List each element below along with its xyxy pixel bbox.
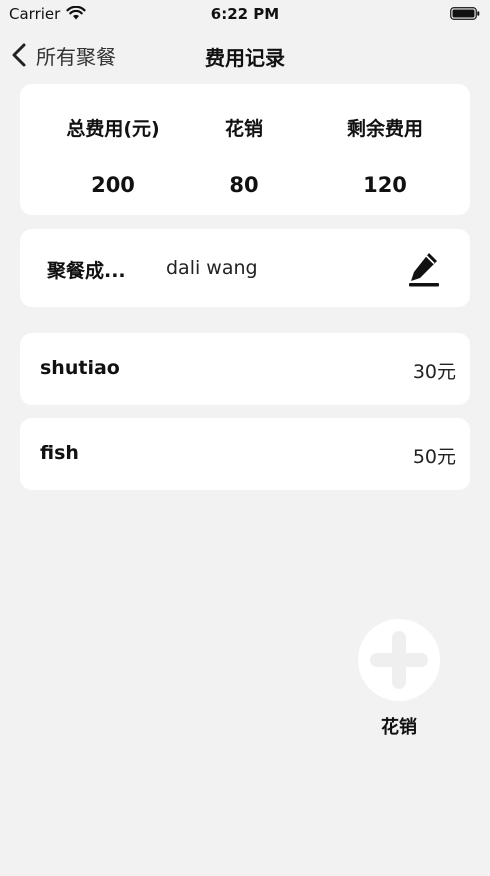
navigation-bar: 所有聚餐 费用记录 bbox=[0, 28, 490, 82]
total-cost-value: 200 bbox=[91, 173, 135, 197]
members-names: dali wang bbox=[166, 257, 258, 279]
total-cost-column: 总费用(元) 200 bbox=[43, 84, 183, 197]
expense-name: shutiao bbox=[40, 357, 120, 379]
plus-icon bbox=[370, 631, 428, 689]
add-expense-button[interactable] bbox=[358, 619, 440, 701]
summary-card: 总费用(元) 200 花销 80 剩余费用 120 bbox=[20, 84, 470, 215]
spent-label: 花销 bbox=[224, 118, 263, 140]
spent-column: 花销 80 bbox=[196, 84, 292, 197]
remaining-value: 120 bbox=[363, 173, 407, 197]
pencil-icon[interactable] bbox=[408, 250, 442, 288]
expense-amount: 30元 bbox=[412, 361, 456, 383]
remaining-label: 剩余费用 bbox=[346, 118, 423, 140]
page-title: 费用记录 bbox=[205, 46, 285, 70]
total-cost-label: 总费用(元) bbox=[66, 118, 160, 140]
expense-record-screen: Carrier 6:22 PM 所有聚餐 费用记录 总费用(元) 200 花销 … bbox=[0, 0, 490, 876]
members-label: 聚餐成... bbox=[47, 260, 126, 282]
status-bar: Carrier 6:22 PM bbox=[0, 0, 490, 28]
add-expense-label: 花销 bbox=[381, 717, 417, 738]
expense-amount: 50元 bbox=[412, 446, 456, 468]
expense-name: fish bbox=[40, 442, 79, 464]
expense-item[interactable]: fish 50元 bbox=[20, 418, 470, 490]
battery-icon bbox=[450, 7, 480, 20]
remaining-column: 剩余费用 120 bbox=[322, 84, 448, 197]
spent-value: 80 bbox=[229, 173, 259, 197]
expense-item[interactable]: shutiao 30元 bbox=[20, 333, 470, 405]
status-time: 6:22 PM bbox=[210, 5, 280, 23]
members-card: 聚餐成... dali wang bbox=[20, 229, 470, 307]
